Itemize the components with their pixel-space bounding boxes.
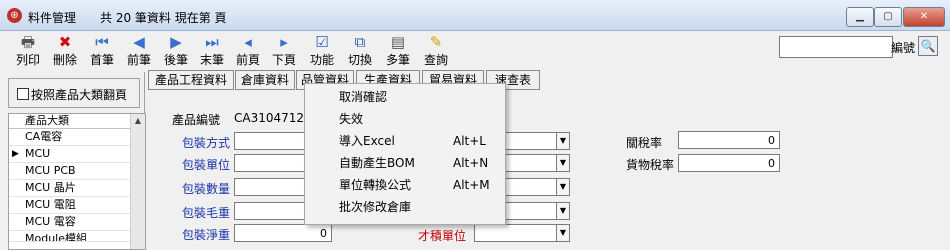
gross-weight-field[interactable] <box>234 202 306 220</box>
net-weight-field[interactable]: 0 <box>234 224 332 242</box>
context-menu: 取消確認 失效 導入Excel Alt+L 自動產生BOM Alt+N 單位轉換… <box>304 83 506 225</box>
first-record-icon: ⏮ <box>95 33 109 51</box>
package-qty-label: 包裝數量 <box>182 182 231 196</box>
menu-item-invalidate[interactable]: 失效 <box>305 108 505 130</box>
app-logo-icon: ⊕ <box>7 8 22 23</box>
product-no-label: 產品編號 <box>172 113 221 127</box>
left-panel: 按照產品大類翻頁 產品大類 CA電容 ▶ MCU MCU PCB MCU 晶片 M… <box>0 72 146 250</box>
package-qty-field[interactable] <box>234 178 306 196</box>
chevron-down-icon[interactable]: ▼ <box>556 224 570 242</box>
net-weight-label: 包裝淨重 <box>182 228 231 242</box>
goods-tax-field[interactable]: 0 <box>678 154 780 172</box>
category-paging-label: 按照產品大類翻頁 <box>31 88 128 102</box>
category-paging-toggle[interactable]: 按照產品大類翻頁 <box>8 78 140 108</box>
close-button[interactable]: ✕ <box>903 7 945 27</box>
print-icon: 🖶 <box>20 33 36 51</box>
list-item[interactable]: ▶ MCU <box>9 146 145 163</box>
query-button[interactable]: ✎ 查詢 <box>418 32 454 70</box>
search-input[interactable] <box>779 36 893 58</box>
next-record-icon: ▶ <box>170 33 182 51</box>
tab-warehouse[interactable]: 倉庫資料 <box>235 70 295 90</box>
delete-icon: ✖ <box>58 33 72 51</box>
list-item[interactable]: MCU 電容 <box>9 214 145 231</box>
first-record-button[interactable]: ⏮ 首筆 <box>84 32 120 70</box>
search-label: 編號 <box>891 41 916 55</box>
volume-unit-label: 才積單位 <box>418 229 467 243</box>
list-item[interactable]: CA電容 <box>9 129 145 146</box>
tab-product-engineering[interactable]: 產品工程資料 <box>148 70 234 90</box>
menu-item-auto-bom[interactable]: 自動產生BOM Alt+N <box>305 152 505 174</box>
list-item[interactable]: MCU 晶片 <box>9 180 145 197</box>
current-row-pointer-icon: ▶ <box>12 149 19 159</box>
next-page-button[interactable]: ▸ 下頁 <box>266 32 302 70</box>
category-paging-checkbox[interactable] <box>17 88 29 100</box>
maximize-button[interactable]: ▢ <box>874 7 902 27</box>
chevron-down-icon[interactable]: ▼ <box>556 132 570 150</box>
previous-page-button[interactable]: ◂ 前頁 <box>230 32 266 70</box>
search-icon[interactable]: 🔍 <box>918 36 938 56</box>
customs-rate-label: 關稅率 <box>626 136 663 150</box>
previous-page-icon: ◂ <box>244 33 252 51</box>
gross-weight-label: 包裝毛重 <box>182 206 231 220</box>
list-item[interactable]: Module模組 <box>9 231 145 242</box>
list-item[interactable]: MCU 電阻 <box>9 197 145 214</box>
previous-record-button[interactable]: ◀ 前筆 <box>121 32 157 70</box>
chevron-down-icon[interactable]: ▼ <box>556 202 570 220</box>
next-record-button[interactable]: ▶ 後筆 <box>158 32 194 70</box>
menu-item-cancel-confirm[interactable]: 取消確認 <box>305 86 505 108</box>
previous-record-icon: ◀ <box>133 33 145 51</box>
package-unit-field[interactable] <box>234 154 306 172</box>
menu-item-unit-conversion[interactable]: 單位轉換公式 Alt+M <box>305 174 505 196</box>
category-scrollbar[interactable]: ▲ <box>130 114 145 249</box>
customs-rate-field[interactable]: 0 <box>678 131 780 149</box>
switch-icon: ⧉ <box>354 33 366 51</box>
function-button[interactable]: ☑ 功能 <box>304 32 340 70</box>
package-method-label: 包裝方式 <box>182 136 231 150</box>
trade-form: 產品編號 CA310471246 包裝方式 包裝單位 包裝數量 包裝毛重 包裝淨… <box>146 91 950 248</box>
last-record-icon: ⏭ <box>205 33 219 51</box>
switch-button[interactable]: ⧉ 切換 <box>342 32 378 70</box>
list-item[interactable]: MCU PCB <box>9 163 145 180</box>
next-page-icon: ▸ <box>280 33 288 51</box>
query-icon: ✎ <box>429 33 443 51</box>
delete-button[interactable]: ✖ 刪除 <box>47 32 83 70</box>
goods-tax-label: 貨物稅率 <box>626 158 675 172</box>
category-list-header: 產品大類 <box>9 114 145 129</box>
title-bar: ⊕ 料件管理 共 20 筆資料 現在第 頁 ▁ ▢ ✕ <box>0 0 950 31</box>
menu-item-import-excel[interactable]: 導入Excel Alt+L <box>305 130 505 152</box>
tab-bar: 產品工程資料 倉庫資料 品管資料 生產資料 貿易資料 速查表 <box>146 70 950 90</box>
multi-record-button[interactable]: ▤ 多筆 <box>380 32 416 70</box>
package-unit-label: 包裝單位 <box>182 158 231 172</box>
volume-unit-select[interactable] <box>474 224 568 242</box>
chevron-down-icon[interactable]: ▼ <box>556 178 570 196</box>
package-method-field[interactable] <box>234 132 306 150</box>
menu-item-batch-warehouse[interactable]: 批次修改倉庫 <box>305 196 505 218</box>
chevron-down-icon[interactable]: ▼ <box>556 154 570 172</box>
multi-record-icon: ▤ <box>390 33 406 51</box>
scroll-up-icon[interactable]: ▲ <box>131 114 145 128</box>
function-icon: ☑ <box>315 33 329 51</box>
minimize-button[interactable]: ▁ <box>846 7 874 27</box>
last-record-button[interactable]: ⏭ 末筆 <box>194 32 230 70</box>
print-button[interactable]: 🖶 列印 <box>10 32 46 70</box>
window-title: 料件管理 共 20 筆資料 現在第 頁 <box>28 11 227 25</box>
category-list: 產品大類 CA電容 ▶ MCU MCU PCB MCU 晶片 MCU 電阻 MCU… <box>8 113 146 250</box>
